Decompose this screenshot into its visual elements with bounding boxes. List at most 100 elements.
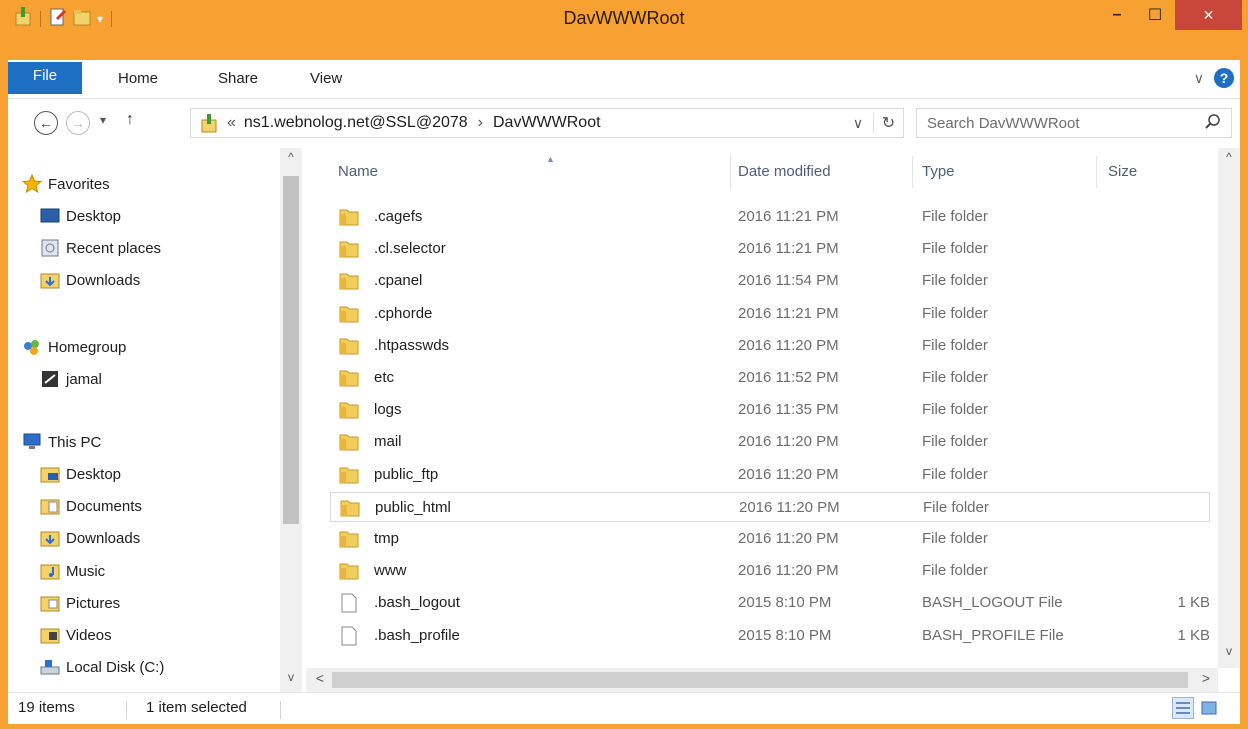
file-size: 1 KB (1177, 594, 1210, 612)
nav-item-desktop[interactable]: Desktop (40, 202, 121, 230)
search-box[interactable]: Search DavWWWRoot (916, 108, 1232, 138)
file-row[interactable]: public_ftp 2016 11:20 PM File folder (330, 460, 1210, 490)
column-header-type[interactable]: Type (922, 156, 955, 188)
breadcrumb-host[interactable]: ns1.webnolog.net@SSL@2078 (244, 114, 468, 132)
address-bar[interactable]: « ns1.webnolog.net@SSL@2078 › DavWWWRoot… (190, 108, 904, 138)
large-icons-view-icon (1201, 701, 1217, 715)
file-row[interactable]: www 2016 11:20 PM File folder (330, 556, 1210, 586)
file-row[interactable]: etc 2016 11:52 PM File folder (330, 363, 1210, 393)
search-icon (1205, 113, 1221, 133)
file-type: File folder (922, 465, 988, 483)
nav-item-jamal[interactable]: jamal (40, 365, 102, 393)
file-row[interactable]: .bash_profile 2015 8:10 PM BASH_PROFILE Fi… (330, 621, 1210, 651)
ribbon-controls: ∨ ? (1194, 68, 1234, 88)
folder-icon (338, 368, 360, 392)
file-row[interactable]: .htpasswds 2016 11:20 PM File folder (330, 331, 1210, 361)
close-button[interactable]: × (1175, 0, 1242, 30)
status-bar: 19 items 1 item selected (8, 692, 1240, 724)
scroll-left-arrow[interactable]: < (310, 670, 330, 686)
tab-view[interactable]: View (310, 60, 342, 98)
file-list-horizontal-scrollbar[interactable]: < > (306, 668, 1218, 692)
address-dropdown-icon[interactable]: ∨ (843, 115, 873, 132)
address-row: ← → ▾ ↑ « ns1.webnolog.net@SSL@2078 › Da… (8, 98, 1240, 148)
scroll-up-arrow[interactable]: ^ (1218, 150, 1240, 164)
details-view-button[interactable] (1172, 697, 1194, 719)
column-header-date[interactable]: Date modified (738, 156, 831, 188)
nav-item-downloads[interactable]: Downloads (40, 524, 140, 552)
nav-item-documents[interactable]: Documents (40, 492, 142, 520)
maximize-button[interactable]: ☐ (1138, 0, 1172, 30)
tab-share[interactable]: Share (218, 60, 258, 98)
scroll-thumb[interactable] (283, 176, 299, 524)
scroll-down-arrow[interactable]: v (1218, 644, 1240, 658)
nav-item-videos[interactable]: Videos (40, 621, 112, 649)
help-icon[interactable]: ? (1214, 68, 1234, 88)
file-row[interactable]: .bash_logout 2015 8:10 PM BASH_LOGOUT File… (330, 588, 1210, 618)
scroll-down-arrow[interactable]: v (280, 670, 302, 684)
videos-folder-icon (40, 626, 60, 644)
file-row[interactable]: public_html 2016 11:20 PM File folder (330, 491, 1210, 522)
address-overflow[interactable]: « (227, 114, 236, 132)
selection-count: 1 item selected (146, 699, 247, 716)
scroll-right-arrow[interactable]: > (1196, 670, 1216, 686)
file-name: public_ftp (374, 465, 439, 483)
nav-item-recent-places[interactable]: Recent places (40, 234, 161, 262)
status-divider (280, 701, 281, 719)
breadcrumb-current[interactable]: DavWWWRoot (493, 114, 601, 132)
nav-item-label: Recent places (66, 239, 162, 257)
maximize-icon: ☐ (1147, 7, 1163, 24)
minimize-icon: – (1112, 6, 1122, 23)
desktop-folder-icon (40, 465, 60, 483)
item-count: 19 items (18, 699, 75, 716)
file-row[interactable]: .cpanel 2016 11:54 PM File folder (330, 266, 1210, 296)
folder-icon (338, 239, 360, 263)
file-row[interactable]: logs 2016 11:35 PM File folder (330, 395, 1210, 425)
nav-item-pictures[interactable]: Pictures (40, 589, 120, 617)
nav-item-favorites[interactable]: Favorites (22, 170, 110, 198)
minimize-button[interactable]: – (1100, 0, 1134, 30)
search-input[interactable]: Search DavWWWRoot (927, 115, 1080, 132)
nav-item-label: Homegroup (48, 338, 127, 356)
navigation-pane: Favorites Desktop Recent places Downloads Ho… (8, 148, 306, 692)
file-type: File folder (922, 208, 988, 225)
scroll-up-arrow[interactable]: ^ (280, 150, 302, 164)
navigation-scrollbar[interactable]: ^ v (280, 148, 302, 692)
scroll-thumb[interactable] (332, 672, 1188, 688)
user-avatar-icon (40, 370, 60, 388)
nav-item-music[interactable]: Music (40, 557, 105, 585)
column-header-name[interactable]: Name (338, 156, 378, 188)
nav-item-label: Downloads (66, 529, 141, 547)
back-button[interactable]: ← (34, 111, 58, 135)
tab-home[interactable]: Home (118, 60, 158, 98)
file-type: BASH_PROFILE File (922, 626, 1064, 644)
forward-button[interactable]: → (66, 111, 90, 135)
nav-item-downloads[interactable]: Downloads (40, 266, 140, 294)
tab-file[interactable]: File (8, 62, 82, 94)
file-name: tmp (374, 530, 400, 547)
close-icon: × (1203, 4, 1214, 25)
nav-item-this-pc[interactable]: This PC (22, 428, 101, 456)
nav-item-local-disk-c[interactable]: Local Disk (C:) (40, 653, 164, 681)
ribbon-tabs: File Home Share View ∨ ? (8, 60, 1240, 98)
file-date-modified: 2016 11:20 PM (738, 465, 839, 483)
file-row[interactable]: .cl.selector 2016 11:21 PM File folder (330, 234, 1210, 264)
nav-item-homegroup[interactable]: Homegroup (22, 333, 126, 361)
file-row[interactable]: .cphorde 2016 11:21 PM File folder (330, 299, 1210, 329)
column-divider[interactable] (1096, 156, 1097, 188)
breadcrumb-separator[interactable]: › (478, 114, 483, 132)
large-icons-view-button[interactable] (1198, 697, 1220, 719)
column-divider[interactable] (912, 156, 913, 188)
file-list-vertical-scrollbar[interactable]: ^ v (1218, 148, 1240, 668)
up-button[interactable]: ↑ (126, 111, 134, 129)
file-row[interactable]: mail 2016 11:20 PM File folder (330, 427, 1210, 457)
recent-locations-button[interactable]: ▾ (100, 113, 106, 127)
expand-ribbon-icon[interactable]: ∨ (1194, 70, 1204, 87)
column-divider[interactable] (730, 156, 731, 188)
file-row[interactable]: .cagefs 2016 11:21 PM File folder (330, 202, 1210, 232)
address-controls: ∨ ↻ (843, 109, 903, 137)
nav-item-desktop[interactable]: Desktop (40, 460, 121, 488)
file-row[interactable]: tmp 2016 11:20 PM File folder (330, 524, 1210, 554)
file-date-modified: 2015 8:10 PM (738, 626, 832, 644)
column-header-size[interactable]: Size (1108, 156, 1137, 188)
refresh-icon[interactable]: ↻ (873, 113, 903, 133)
